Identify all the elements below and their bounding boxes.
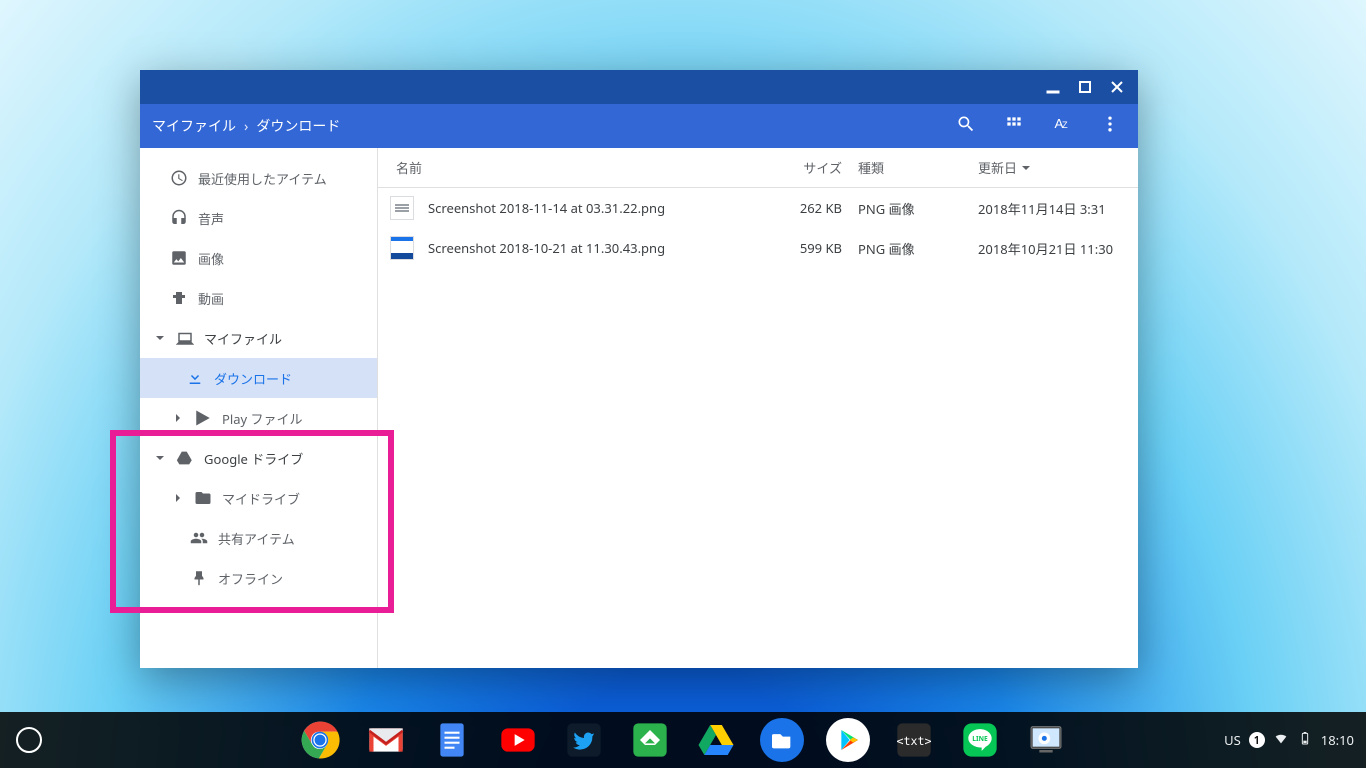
file-date: 2018年10月21日 11:30 — [978, 239, 1138, 258]
chevron-right-icon — [172, 493, 184, 503]
drive-icon — [176, 449, 194, 467]
breadcrumb: マイファイル › ダウンロード — [152, 116, 340, 136]
maximize-button[interactable] — [1078, 80, 1092, 94]
sidebar: 最近使用したアイテム 音声 画像 動画 — [140, 148, 378, 668]
sidebar-item-label: Google ドライブ — [204, 449, 303, 468]
toolbar: マイファイル › ダウンロード AZ — [140, 104, 1138, 148]
column-date[interactable]: 更新日 — [978, 158, 1138, 177]
sidebar-item-videos[interactable]: 動画 — [140, 278, 377, 318]
sidebar-item-recent[interactable]: 最近使用したアイテム — [140, 158, 377, 198]
breadcrumb-root[interactable]: マイファイル — [152, 116, 236, 136]
sidebar-item-shared[interactable]: 共有アイテム — [140, 518, 377, 558]
file-row[interactable]: Screenshot 2018-11-14 at 03.31.22.png 26… — [378, 188, 1138, 228]
minimize-button[interactable] — [1046, 80, 1060, 94]
sidebar-item-label: 動画 — [198, 289, 224, 308]
file-thumbnail-icon — [390, 196, 414, 220]
play-icon — [194, 409, 212, 427]
sidebar-item-mydrive[interactable]: マイドライブ — [140, 478, 377, 518]
battery-icon — [1297, 730, 1313, 750]
sidebar-item-label: 画像 — [198, 249, 224, 268]
shelf: <txt> LINE US 1 18:10 — [0, 712, 1366, 768]
chevron-down-icon — [154, 453, 166, 463]
sort-desc-icon — [1021, 159, 1031, 177]
svg-text:<txt>: <txt> — [896, 734, 931, 748]
file-size: 599 KB — [758, 239, 858, 257]
sidebar-item-offline[interactable]: オフライン — [140, 558, 377, 598]
sidebar-item-audio[interactable]: 音声 — [140, 198, 377, 238]
file-size: 262 KB — [758, 199, 858, 217]
app-youtube-icon[interactable] — [496, 718, 540, 762]
app-docs-icon[interactable] — [430, 718, 474, 762]
sidebar-item-label: 音声 — [198, 209, 224, 228]
sidebar-item-label: ダウンロード — [214, 369, 292, 388]
window-titlebar — [140, 70, 1138, 104]
column-date-label: 更新日 — [978, 158, 1017, 177]
laptop-icon — [176, 329, 194, 347]
search-icon[interactable] — [956, 114, 976, 139]
file-thumbnail-icon — [390, 236, 414, 260]
chevron-right-icon — [172, 413, 184, 423]
app-twitter-icon[interactable] — [562, 718, 606, 762]
people-icon — [190, 529, 208, 547]
app-chrome-remote-icon[interactable] — [1024, 718, 1068, 762]
file-row[interactable]: Screenshot 2018-10-21 at 11.30.43.png 59… — [378, 228, 1138, 268]
sort-icon[interactable]: AZ — [1052, 114, 1072, 139]
sidebar-item-label: オフライン — [218, 569, 283, 588]
file-date: 2018年11月14日 3:31 — [978, 199, 1138, 218]
file-name-label: Screenshot 2018-10-21 at 11.30.43.png — [428, 239, 665, 257]
file-list: 名前 サイズ 種類 更新日 Screenshot 2018-11-14 at 0… — [378, 148, 1138, 668]
svg-text:LINE: LINE — [972, 734, 988, 743]
column-type[interactable]: 種類 — [858, 158, 978, 177]
column-size[interactable]: サイズ — [758, 158, 858, 177]
close-button[interactable] — [1110, 80, 1124, 94]
image-icon — [170, 249, 188, 267]
notification-badge: 1 — [1249, 732, 1265, 748]
sidebar-item-label: マイファイル — [204, 329, 282, 348]
sidebar-item-gdrive[interactable]: Google ドライブ — [140, 438, 377, 478]
wifi-icon — [1273, 730, 1289, 750]
svg-text:Z: Z — [1062, 120, 1068, 130]
sidebar-item-label: 最近使用したアイテム — [198, 169, 327, 188]
shelf-apps: <txt> LINE — [298, 718, 1068, 762]
breadcrumb-sep-icon: › — [244, 117, 248, 136]
app-feedly-icon[interactable] — [628, 718, 672, 762]
file-type: PNG 画像 — [858, 199, 978, 218]
files-app-window: マイファイル › ダウンロード AZ — [140, 70, 1138, 668]
sidebar-item-playfiles[interactable]: Play ファイル — [140, 398, 377, 438]
app-drive-icon[interactable] — [694, 718, 738, 762]
app-files-icon[interactable] — [760, 718, 804, 762]
ime-indicator: US — [1224, 731, 1241, 749]
app-chrome-icon[interactable] — [298, 718, 342, 762]
app-text-icon[interactable]: <txt> — [892, 718, 936, 762]
grid-view-icon[interactable] — [1004, 114, 1024, 139]
file-type: PNG 画像 — [858, 239, 978, 258]
sidebar-item-downloads[interactable]: ダウンロード — [140, 358, 377, 398]
chevron-down-icon — [154, 333, 166, 343]
clock-icon — [170, 169, 188, 187]
folder-drive-icon — [194, 489, 212, 507]
download-icon — [186, 369, 204, 387]
app-gmail-icon[interactable] — [364, 718, 408, 762]
column-headers: 名前 サイズ 種類 更新日 — [378, 148, 1138, 188]
clock: 18:10 — [1321, 731, 1354, 749]
file-name-label: Screenshot 2018-11-14 at 03.31.22.png — [428, 199, 665, 217]
launcher-button[interactable] — [16, 727, 42, 753]
sidebar-item-label: 共有アイテム — [218, 529, 295, 548]
sidebar-item-myfiles[interactable]: マイファイル — [140, 318, 377, 358]
breadcrumb-current[interactable]: ダウンロード — [256, 116, 340, 136]
app-play-icon[interactable] — [826, 718, 870, 762]
video-icon — [170, 289, 188, 307]
column-name[interactable]: 名前 — [378, 158, 758, 177]
sidebar-item-label: Play ファイル — [222, 409, 303, 428]
pin-icon — [190, 569, 208, 587]
app-line-icon[interactable]: LINE — [958, 718, 1002, 762]
window-body: 最近使用したアイテム 音声 画像 動画 — [140, 148, 1138, 668]
more-menu-icon[interactable] — [1100, 114, 1120, 139]
sidebar-item-label: マイドライブ — [222, 489, 300, 508]
headphones-icon — [170, 209, 188, 227]
status-area[interactable]: US 1 18:10 — [1224, 730, 1354, 750]
sidebar-item-images[interactable]: 画像 — [140, 238, 377, 278]
